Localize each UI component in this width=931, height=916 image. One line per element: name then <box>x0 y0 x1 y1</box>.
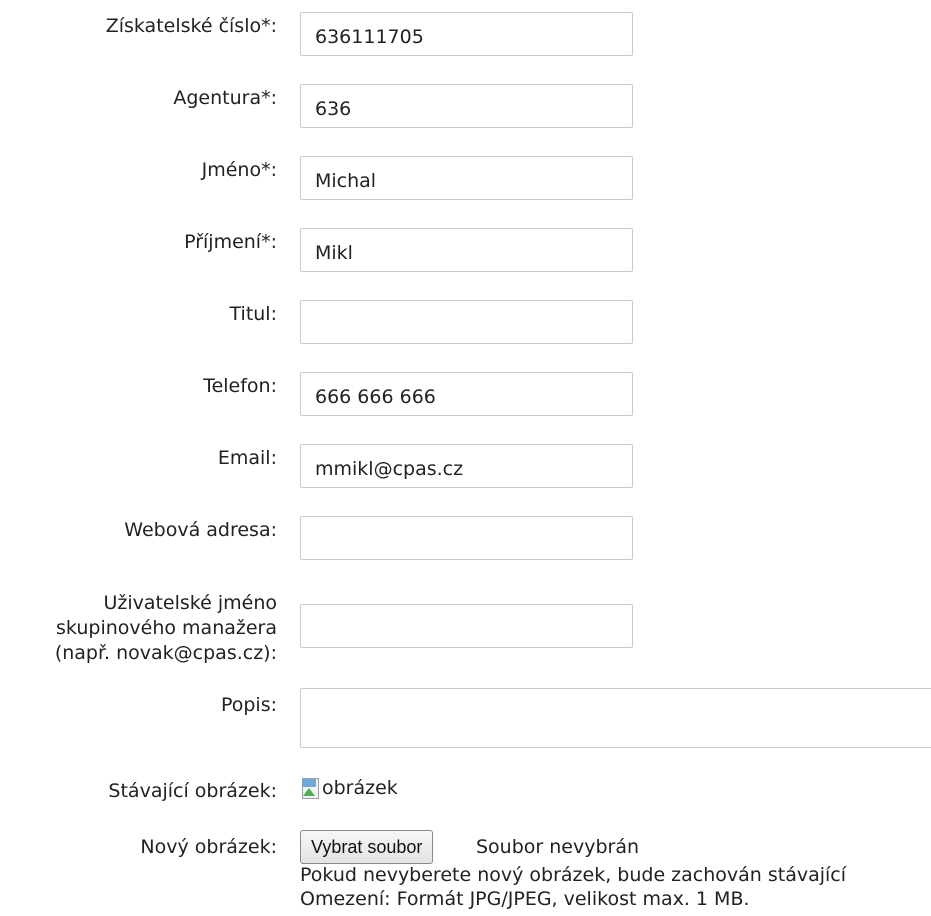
email-input[interactable] <box>300 444 633 488</box>
ziskatelske-cislo-input[interactable] <box>300 12 633 56</box>
prijmeni-input[interactable] <box>300 228 633 272</box>
label-stavajici-obrazek: Stávající obrázek: <box>108 780 277 802</box>
label-prijmeni: Příjmení*: <box>184 231 277 253</box>
choose-file-button[interactable]: Vybrat soubor <box>300 830 434 864</box>
telefon-input[interactable] <box>300 372 633 416</box>
current-image: obrázek <box>300 776 398 800</box>
label-group-manager-line2: skupinového manažera <box>56 617 277 639</box>
image-note-line2: Omezení: Formát JPG/JPEG, velikost max. … <box>300 888 750 910</box>
label-novy-obrazek: Nový obrázek: <box>140 836 277 858</box>
label-telefon: Telefon: <box>203 375 277 397</box>
titul-input[interactable] <box>300 300 633 344</box>
file-status-text: Soubor nevybrán <box>476 836 640 858</box>
label-agentura: Agentura*: <box>173 87 277 109</box>
label-jmeno: Jméno*: <box>201 159 277 181</box>
broken-image-icon <box>300 776 320 800</box>
popis-textarea[interactable] <box>300 688 931 748</box>
group-manager-input[interactable] <box>300 604 633 648</box>
label-ziskatelske-cislo: Získatelské číslo*: <box>105 15 277 37</box>
current-image-alt-text: obrázek <box>322 777 398 799</box>
label-webova-adresa: Webová adresa: <box>124 519 277 541</box>
label-popis: Popis: <box>220 694 277 716</box>
label-group-manager-line1: Uživatelské jméno <box>103 592 277 614</box>
label-titul: Titul: <box>229 303 277 325</box>
webova-adresa-input[interactable] <box>300 516 633 560</box>
agentura-input[interactable] <box>300 84 633 128</box>
label-email: Email: <box>217 447 277 469</box>
jmeno-input[interactable] <box>300 156 633 200</box>
image-note-line1: Pokud nevyberete nový obrázek, bude zach… <box>300 864 847 886</box>
label-group-manager-line3: (např. novak@cpas.cz): <box>54 642 277 664</box>
